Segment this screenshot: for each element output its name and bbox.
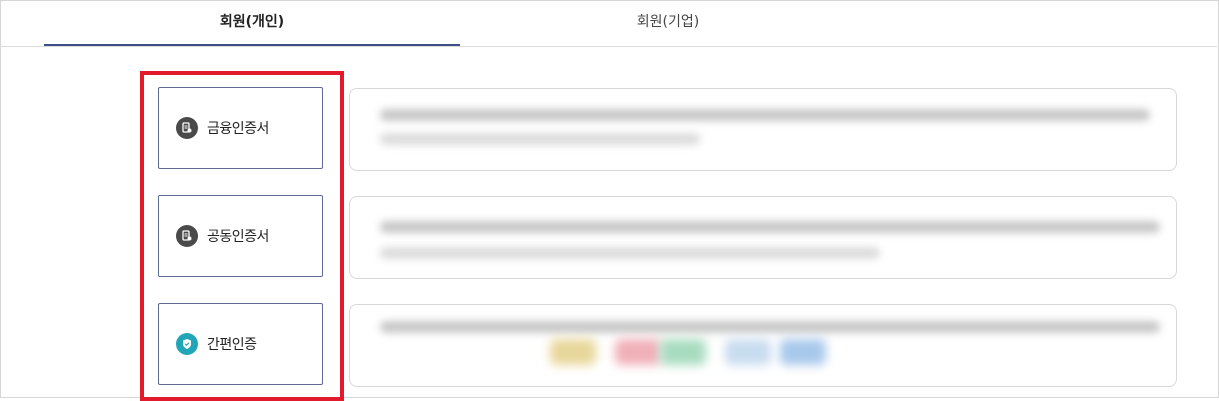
tab-individual[interactable]: 회원(개인) [44, 0, 460, 46]
method-description [349, 196, 1177, 279]
simple-authentication-button[interactable]: 간편인증 [158, 303, 323, 385]
method-description [349, 304, 1177, 387]
method-label: 간편인증 [207, 337, 257, 353]
certificate-icon [176, 225, 198, 247]
member-type-tabs: 회원(개인) 회원(기업) [0, 0, 1217, 47]
method-label: 공동인증서 [207, 229, 269, 245]
certificate-icon [176, 117, 198, 139]
financial-certificate-button[interactable]: 금융인증서 [158, 87, 323, 169]
shield-check-icon [176, 333, 198, 355]
active-tab-indicator [44, 44, 460, 46]
method-description [349, 88, 1177, 171]
joint-certificate-button[interactable]: 공동인증서 [158, 195, 323, 277]
tab-corporate[interactable]: 회원(기업) [460, 0, 876, 46]
method-label: 금융인증서 [207, 121, 269, 137]
